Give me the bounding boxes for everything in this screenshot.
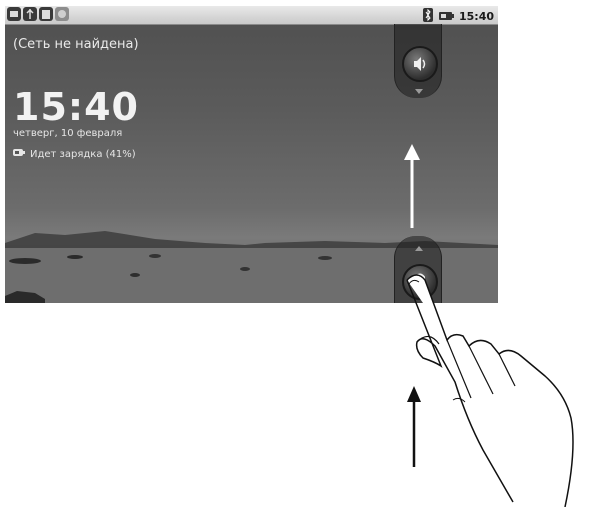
chevron-down-icon bbox=[415, 89, 423, 94]
status-time: 15:40 bbox=[458, 10, 494, 23]
chevron-up-icon bbox=[415, 246, 423, 251]
notification-icons bbox=[7, 7, 69, 21]
charging-status: Идет зарядка (41%) bbox=[13, 148, 136, 160]
lock-date: четверг, 10 февраля bbox=[13, 128, 123, 139]
lock-clock: 15:40 bbox=[13, 85, 139, 129]
swipe-up-arrow-icon bbox=[404, 144, 420, 228]
speaker-icon bbox=[414, 57, 426, 71]
charging-icon bbox=[13, 148, 25, 160]
pointing-hand-illustration bbox=[406, 274, 574, 507]
status-bar: 15:40 bbox=[5, 6, 498, 25]
sound-toggle-handle[interactable] bbox=[402, 46, 438, 82]
charging-text: Идет зарядка (41%) bbox=[30, 148, 136, 160]
lock-screen: 15:40 (Сеть не найдена) 15:40 четверг, 1… bbox=[5, 6, 498, 303]
sd-card-icon bbox=[39, 7, 53, 21]
network-status: (Сеть не найдена) bbox=[13, 37, 139, 52]
sound-toggle-slider[interactable] bbox=[394, 24, 442, 98]
usb-debug-icon bbox=[23, 7, 37, 21]
android-icon bbox=[55, 7, 69, 21]
message-icon bbox=[7, 7, 21, 21]
